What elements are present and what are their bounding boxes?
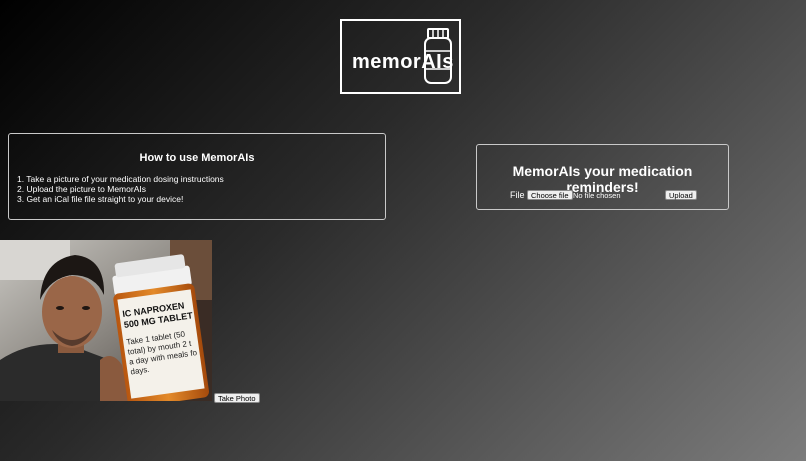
upload-button[interactable]: Upload	[665, 190, 697, 200]
take-photo-button[interactable]: Take Photo	[214, 393, 260, 403]
how-to-step: 3. Get an iCal file file straight to you…	[17, 194, 184, 204]
pill-bottle-icon	[424, 28, 452, 84]
choose-file-button[interactable]: Choose file	[527, 190, 573, 200]
how-to-step: 1. Take a picture of your medication dos…	[17, 174, 224, 184]
how-to-step: 2. Upload the picture to MemorAIs	[17, 184, 146, 194]
app-logo: memorAIs	[340, 19, 461, 94]
camera-preview: IC NAPROXEN 500 MG TABLET Take 1 tablet …	[0, 240, 212, 401]
camera-feed-image: IC NAPROXEN 500 MG TABLET Take 1 tablet …	[0, 240, 212, 401]
how-to-title: How to use MemorAIs	[139, 152, 255, 164]
how-to-steps: 1. Take a picture of your medication dos…	[17, 174, 224, 204]
file-status-text: No file chosen	[573, 191, 621, 200]
how-to-panel: How to use MemorAIs 1. Take a picture of…	[8, 133, 386, 220]
upload-panel: MemorAIs your medication reminders! File…	[476, 144, 729, 210]
file-label: File	[510, 190, 525, 200]
